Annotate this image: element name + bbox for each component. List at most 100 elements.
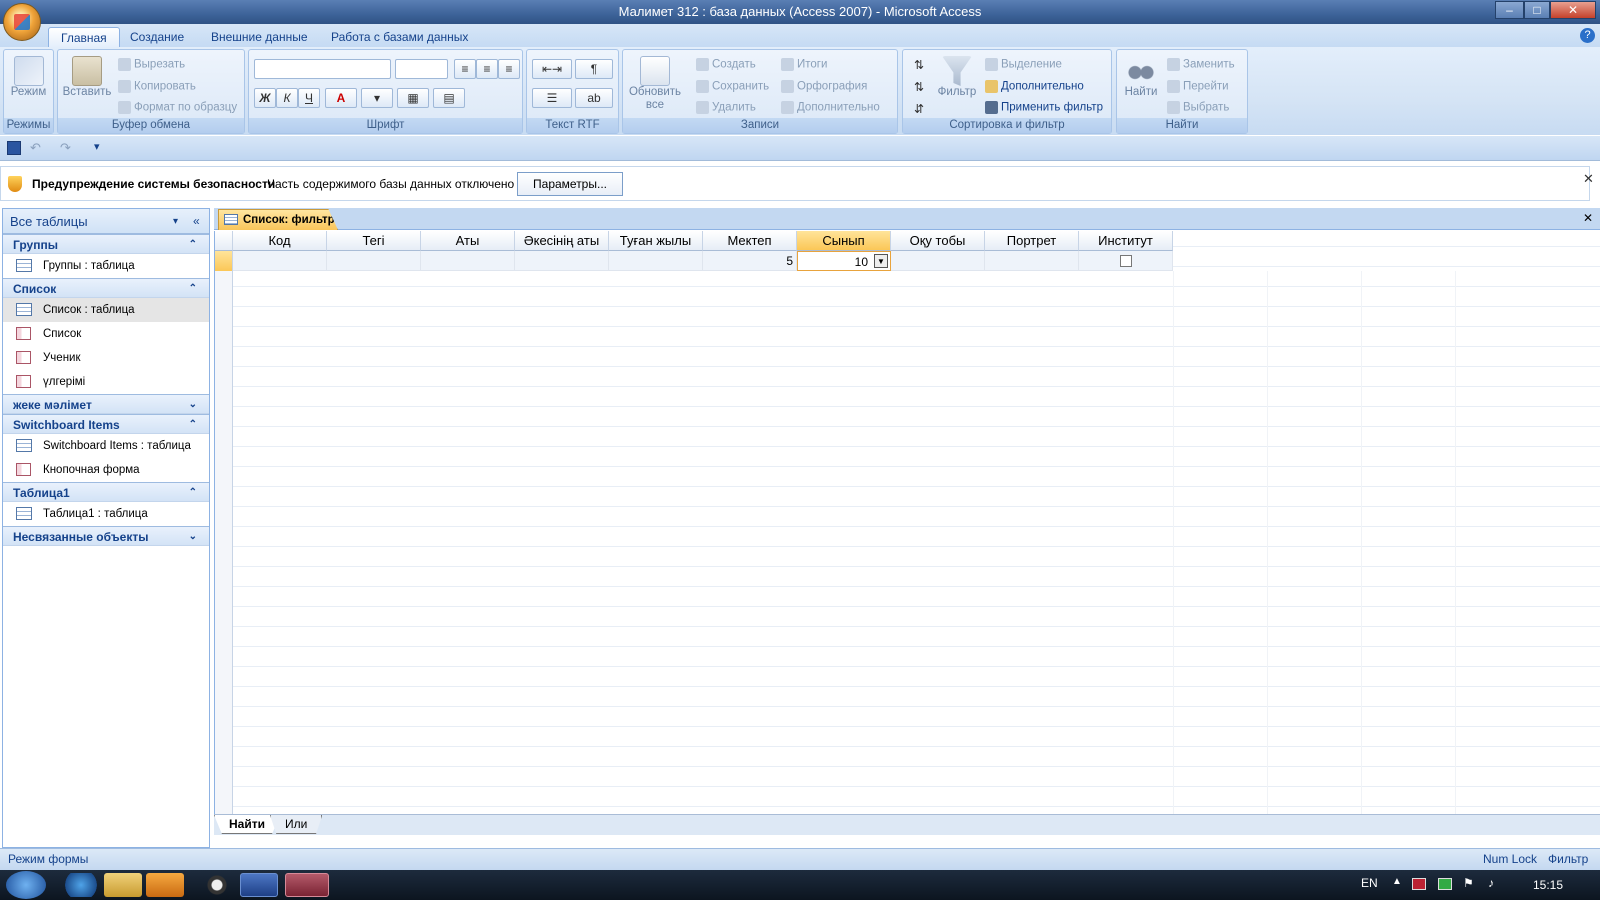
align-right-button[interactable]: ≡	[498, 59, 520, 79]
nav-group[interactable]: Список ⌃	[3, 278, 209, 298]
apply-filter-button[interactable]: Применить фильтр	[985, 101, 1103, 114]
records-more-button[interactable]: Дополнительно	[781, 101, 880, 114]
advanced-filter-button[interactable]: Дополнительно	[985, 80, 1084, 93]
font-name-select[interactable]	[254, 59, 391, 79]
tab-external-data[interactable]: Внешние данные	[199, 27, 320, 48]
alternate-fill-button[interactable]: ▤	[433, 88, 465, 108]
gridlines-button[interactable]: ▦	[397, 88, 429, 108]
chevron-icon[interactable]: ⌃	[189, 483, 197, 503]
selection-button[interactable]: Выделение	[985, 58, 1062, 71]
nav-group[interactable]: Группы ⌃	[3, 234, 209, 254]
indent-button[interactable]: ⇤⇥	[532, 59, 572, 79]
safely-remove-icon[interactable]	[1438, 878, 1452, 890]
cut-button[interactable]: Вырезать	[118, 58, 185, 71]
select-button[interactable]: Выбрать	[1167, 101, 1229, 114]
nav-item[interactable]: Список : таблица	[3, 298, 209, 322]
nav-header[interactable]: Все таблицы ▾ «	[3, 209, 209, 234]
ie-icon[interactable]	[62, 873, 100, 897]
network-icon[interactable]	[1412, 878, 1426, 890]
word-icon[interactable]	[240, 873, 278, 897]
chevron-icon[interactable]: ⌄	[189, 527, 197, 547]
grid-cell[interactable]	[609, 251, 703, 271]
nav-item[interactable]: Switchboard Items : таблица	[3, 434, 209, 458]
nav-dropdown-icon[interactable]: ▾	[173, 209, 178, 234]
flag-icon[interactable]: ⚑	[1463, 876, 1474, 890]
tab-find[interactable]: Найти	[214, 815, 280, 834]
font-size-select[interactable]	[395, 59, 448, 79]
column-header[interactable]: Мектеп	[703, 231, 797, 251]
sort-ascending-button[interactable]: ⇅	[907, 56, 931, 76]
column-header[interactable]: Оқу тобы	[891, 231, 985, 251]
access-icon[interactable]	[285, 873, 329, 897]
close-document-icon[interactable]: ✕	[1583, 211, 1593, 225]
chevron-icon[interactable]: ⌄	[189, 395, 197, 415]
select-all-corner[interactable]	[215, 231, 233, 251]
nav-item[interactable]: Таблица1 : таблица	[3, 502, 209, 526]
sort-descending-button[interactable]: ⇅	[907, 78, 931, 98]
grid-cell[interactable]	[421, 251, 515, 271]
paste-button[interactable]: Вставить	[61, 56, 113, 98]
opera-icon[interactable]	[198, 873, 236, 897]
help-icon[interactable]: ?	[1580, 28, 1595, 43]
bold-button[interactable]: Ж	[254, 88, 276, 108]
undo-icon[interactable]: ↶	[30, 140, 41, 156]
column-header[interactable]: Тегі	[327, 231, 421, 251]
grid-cell[interactable]	[891, 251, 985, 271]
grid-cell[interactable]	[1079, 251, 1173, 271]
copy-button[interactable]: Копировать	[118, 80, 196, 93]
refresh-button[interactable]: Обновить все	[625, 56, 685, 112]
save-icon[interactable]	[7, 141, 21, 155]
tab-database-tools[interactable]: Работа с базами данных	[319, 27, 480, 48]
chevron-icon[interactable]: ⌃	[189, 279, 197, 299]
dropdown-arrow-icon[interactable]: ▼	[874, 254, 888, 268]
nav-item[interactable]: Кнопочная форма	[3, 458, 209, 482]
underline-button[interactable]: Ч	[298, 88, 320, 108]
start-button[interactable]	[6, 871, 46, 899]
replace-button[interactable]: Заменить	[1167, 58, 1235, 71]
font-color-button[interactable]: A	[325, 88, 357, 108]
grid-cell[interactable]	[233, 251, 327, 271]
redo-icon[interactable]: ↷	[60, 140, 71, 156]
clock[interactable]: 15:15	[1533, 878, 1563, 892]
maximize-button[interactable]: □	[1524, 1, 1550, 19]
customize-qat-icon[interactable]: ▾	[94, 140, 100, 153]
nav-item[interactable]: Группы : таблица	[3, 254, 209, 278]
tab-home[interactable]: Главная	[48, 27, 120, 48]
goto-button[interactable]: Перейти	[1167, 80, 1229, 93]
column-header[interactable]: Сынып	[797, 231, 891, 251]
minimize-button[interactable]: –	[1495, 1, 1524, 19]
fill-color-button[interactable]: ▾	[361, 88, 393, 108]
nav-group[interactable]: Switchboard Items ⌃	[3, 414, 209, 434]
nav-group[interactable]: Таблица1 ⌃	[3, 482, 209, 502]
close-button[interactable]: ✕	[1550, 1, 1596, 19]
volume-icon[interactable]: ♪	[1488, 876, 1494, 890]
paragraph-button[interactable]: ¶	[575, 59, 613, 79]
explorer-icon[interactable]	[104, 873, 142, 897]
clear-sort-button[interactable]: ⇵	[907, 100, 931, 120]
tab-or[interactable]: Или	[270, 815, 323, 834]
italic-button[interactable]: К	[276, 88, 298, 108]
column-header[interactable]: Туған жылы	[609, 231, 703, 251]
column-header[interactable]: Портрет	[985, 231, 1079, 251]
show-hidden-icons[interactable]: ▲	[1392, 876, 1402, 887]
office-button[interactable]	[3, 3, 41, 41]
row-selector[interactable]	[215, 251, 233, 271]
column-header[interactable]: Әкесінің аты	[515, 231, 609, 251]
chevron-icon[interactable]: ⌃	[189, 235, 197, 255]
grid-cell[interactable]: 5	[703, 251, 797, 271]
align-left-button[interactable]: ≡	[454, 59, 476, 79]
media-player-icon[interactable]	[146, 873, 184, 897]
tab-create[interactable]: Создание	[118, 27, 196, 48]
delete-record-button[interactable]: Удалить	[696, 101, 756, 114]
view-button[interactable]: Режим	[4, 56, 53, 98]
collapse-nav-icon[interactable]: «	[193, 209, 200, 234]
language-indicator[interactable]: EN	[1361, 876, 1378, 890]
nav-item[interactable]: Ученик	[3, 346, 209, 370]
filter-button[interactable]: Фильтр	[933, 56, 981, 98]
align-center-button[interactable]: ≡	[476, 59, 498, 79]
grid-cell[interactable]: 10 ▼	[797, 251, 891, 271]
nav-group[interactable]: жеке мәлімет ⌄	[3, 394, 209, 414]
highlight-button[interactable]: ab	[575, 88, 613, 108]
new-record-button[interactable]: Создать	[696, 58, 756, 71]
nav-group[interactable]: Несвязанные объекты ⌄	[3, 526, 209, 546]
